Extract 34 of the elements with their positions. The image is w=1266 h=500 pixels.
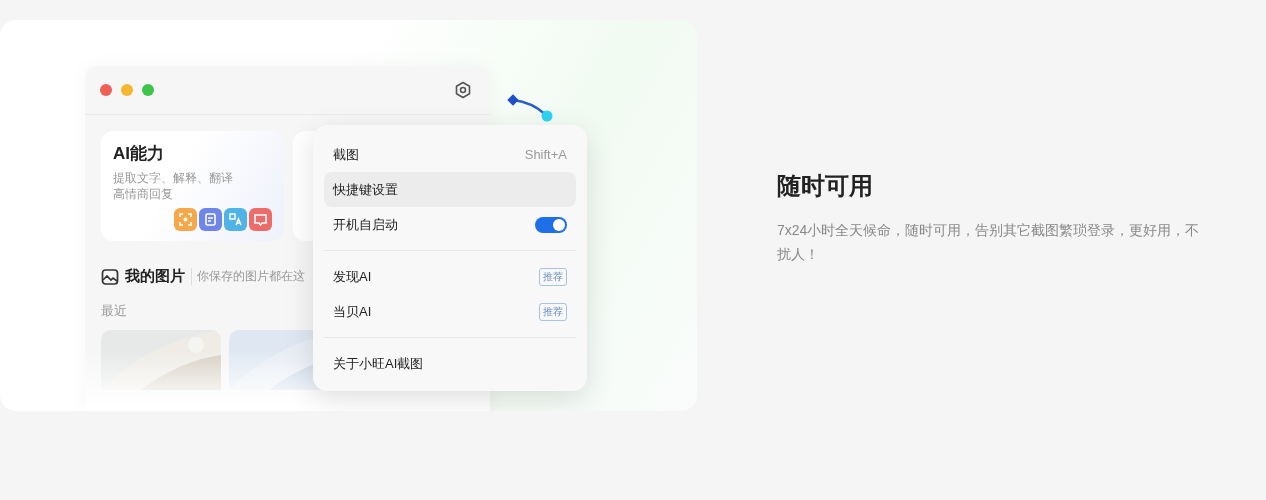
maximize-window-dot[interactable] bbox=[142, 84, 154, 96]
image-icon bbox=[101, 267, 119, 286]
chat-icon bbox=[249, 208, 272, 231]
translate-icon bbox=[224, 208, 247, 231]
close-window-dot[interactable] bbox=[100, 84, 112, 96]
menu-item-label: 截图 bbox=[333, 145, 359, 164]
recommend-tag: 推荐 bbox=[539, 267, 567, 286]
menu-item-label: 关于小旺AI截图 bbox=[333, 354, 424, 373]
menu-item-label: 当贝AI bbox=[333, 302, 372, 321]
menu-item[interactable]: 截图 Shift+A bbox=[324, 137, 576, 172]
menu-item[interactable]: 当贝AI 推荐 bbox=[324, 294, 576, 329]
scan-icon bbox=[174, 208, 197, 231]
gallery-subtitle: 你保存的图片都在这 bbox=[191, 268, 305, 285]
document-icon bbox=[199, 208, 222, 231]
shortcut-text: Shift+A bbox=[524, 147, 567, 162]
feature-title: 随时可用 bbox=[777, 171, 874, 201]
menu-item[interactable]: 开机自启动 bbox=[324, 207, 576, 242]
feature-card[interactable]: AI能力 提取文字、解释、翻译 高情商回复 bbox=[101, 131, 284, 241]
menu-item-label: 快捷键设置 bbox=[333, 180, 398, 199]
menu-item[interactable]: 快捷键设置 bbox=[324, 172, 576, 207]
menu-item-label: 发现AI bbox=[333, 267, 372, 286]
minimize-window-dot[interactable] bbox=[121, 84, 133, 96]
feature-description: 7x24小时全天候命，随时可用，告别其它截图繁琐登录，更好用，不扰人！ bbox=[777, 221, 1201, 264]
gallery-title: 我的图片 bbox=[125, 267, 185, 286]
feature-card-title: AI能力 bbox=[113, 143, 165, 165]
menu-item[interactable]: 关于小旺AI截图 bbox=[324, 346, 576, 381]
feature-card-text: 提取文字、解释、翻译 bbox=[113, 170, 234, 186]
menu-item[interactable]: 发现AI 推荐 bbox=[324, 259, 576, 294]
feature-card-text: 高情商回复 bbox=[113, 186, 174, 202]
settings-icon[interactable] bbox=[454, 81, 472, 99]
section-label: 最近 bbox=[101, 302, 127, 320]
menu-item-label: 开机自启动 bbox=[333, 215, 398, 234]
recommend-tag: 推荐 bbox=[539, 302, 567, 321]
toggle-switch[interactable] bbox=[535, 216, 567, 233]
